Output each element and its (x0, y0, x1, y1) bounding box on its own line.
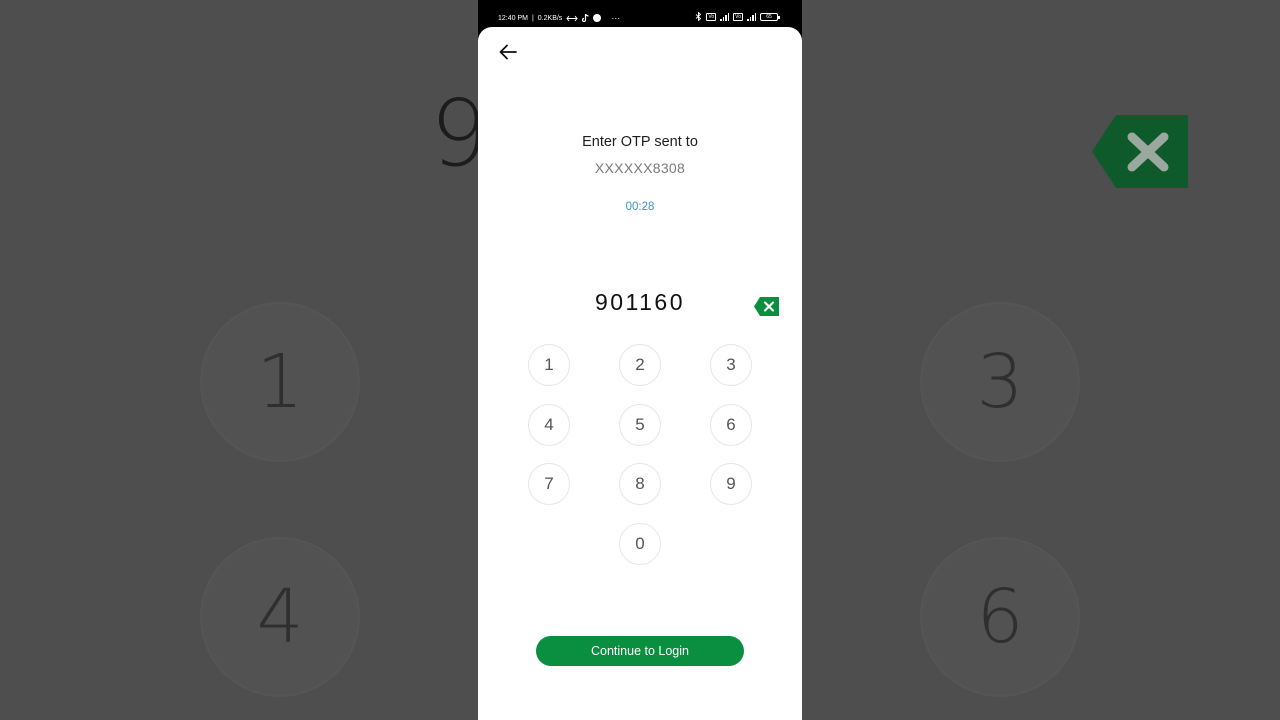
tiktok-icon (582, 14, 589, 22)
network-speed: 0.2KB/s (537, 14, 563, 22)
keypad-key-9[interactable]: 9 (710, 463, 752, 505)
link-icon (566, 15, 578, 21)
otp-sheet: Enter OTP sent to XXXXXX8308 00:28 90116… (478, 27, 802, 720)
otp-title: Enter OTP sent to (582, 134, 698, 150)
backspace-icon (754, 297, 779, 316)
backspace-button[interactable] (754, 297, 779, 316)
masked-phone-number: XXXXXX8308 (594, 160, 686, 176)
more-notifications-icon: ··· (611, 13, 621, 23)
bg-backspace-icon (1092, 115, 1188, 188)
keypad-key-2[interactable]: 2 (619, 344, 661, 386)
keypad-key-0[interactable]: 0 (619, 523, 661, 565)
keypad-key-7[interactable]: 7 (528, 463, 570, 505)
keypad-key-4[interactable]: 4 (528, 404, 570, 446)
phone-screen: 12:40 PM | 0.2KB/s ··· Vo Vo 65 Enter OT… (478, 0, 802, 720)
continue-to-login-button[interactable]: Continue to Login (536, 636, 744, 666)
volte-icon: Vo (706, 12, 717, 21)
volte-icon-2: Vo (733, 12, 743, 21)
battery-icon: 65 (760, 12, 780, 21)
bg-key-3: 3 (920, 302, 1080, 462)
bg-key-1: 1 (200, 302, 360, 462)
arrow-left-icon (499, 44, 517, 60)
keypad-key-1[interactable]: 1 (528, 344, 570, 386)
bluetooth-icon (696, 12, 702, 21)
signal-icon-2 (747, 12, 756, 21)
resend-timer: 00:28 (625, 201, 655, 213)
whatsapp-icon (593, 14, 602, 22)
keypad-key-5[interactable]: 5 (619, 404, 661, 446)
bg-key-6: 6 (920, 537, 1080, 697)
keypad-key-6[interactable]: 6 (710, 404, 752, 446)
back-button[interactable] (497, 41, 519, 63)
keypad-key-8[interactable]: 8 (619, 463, 661, 505)
keypad-key-3[interactable]: 3 (710, 344, 752, 386)
bg-key-4: 4 (200, 537, 360, 697)
signal-icon (720, 12, 730, 21)
status-time: 12:40 PM (498, 14, 528, 22)
